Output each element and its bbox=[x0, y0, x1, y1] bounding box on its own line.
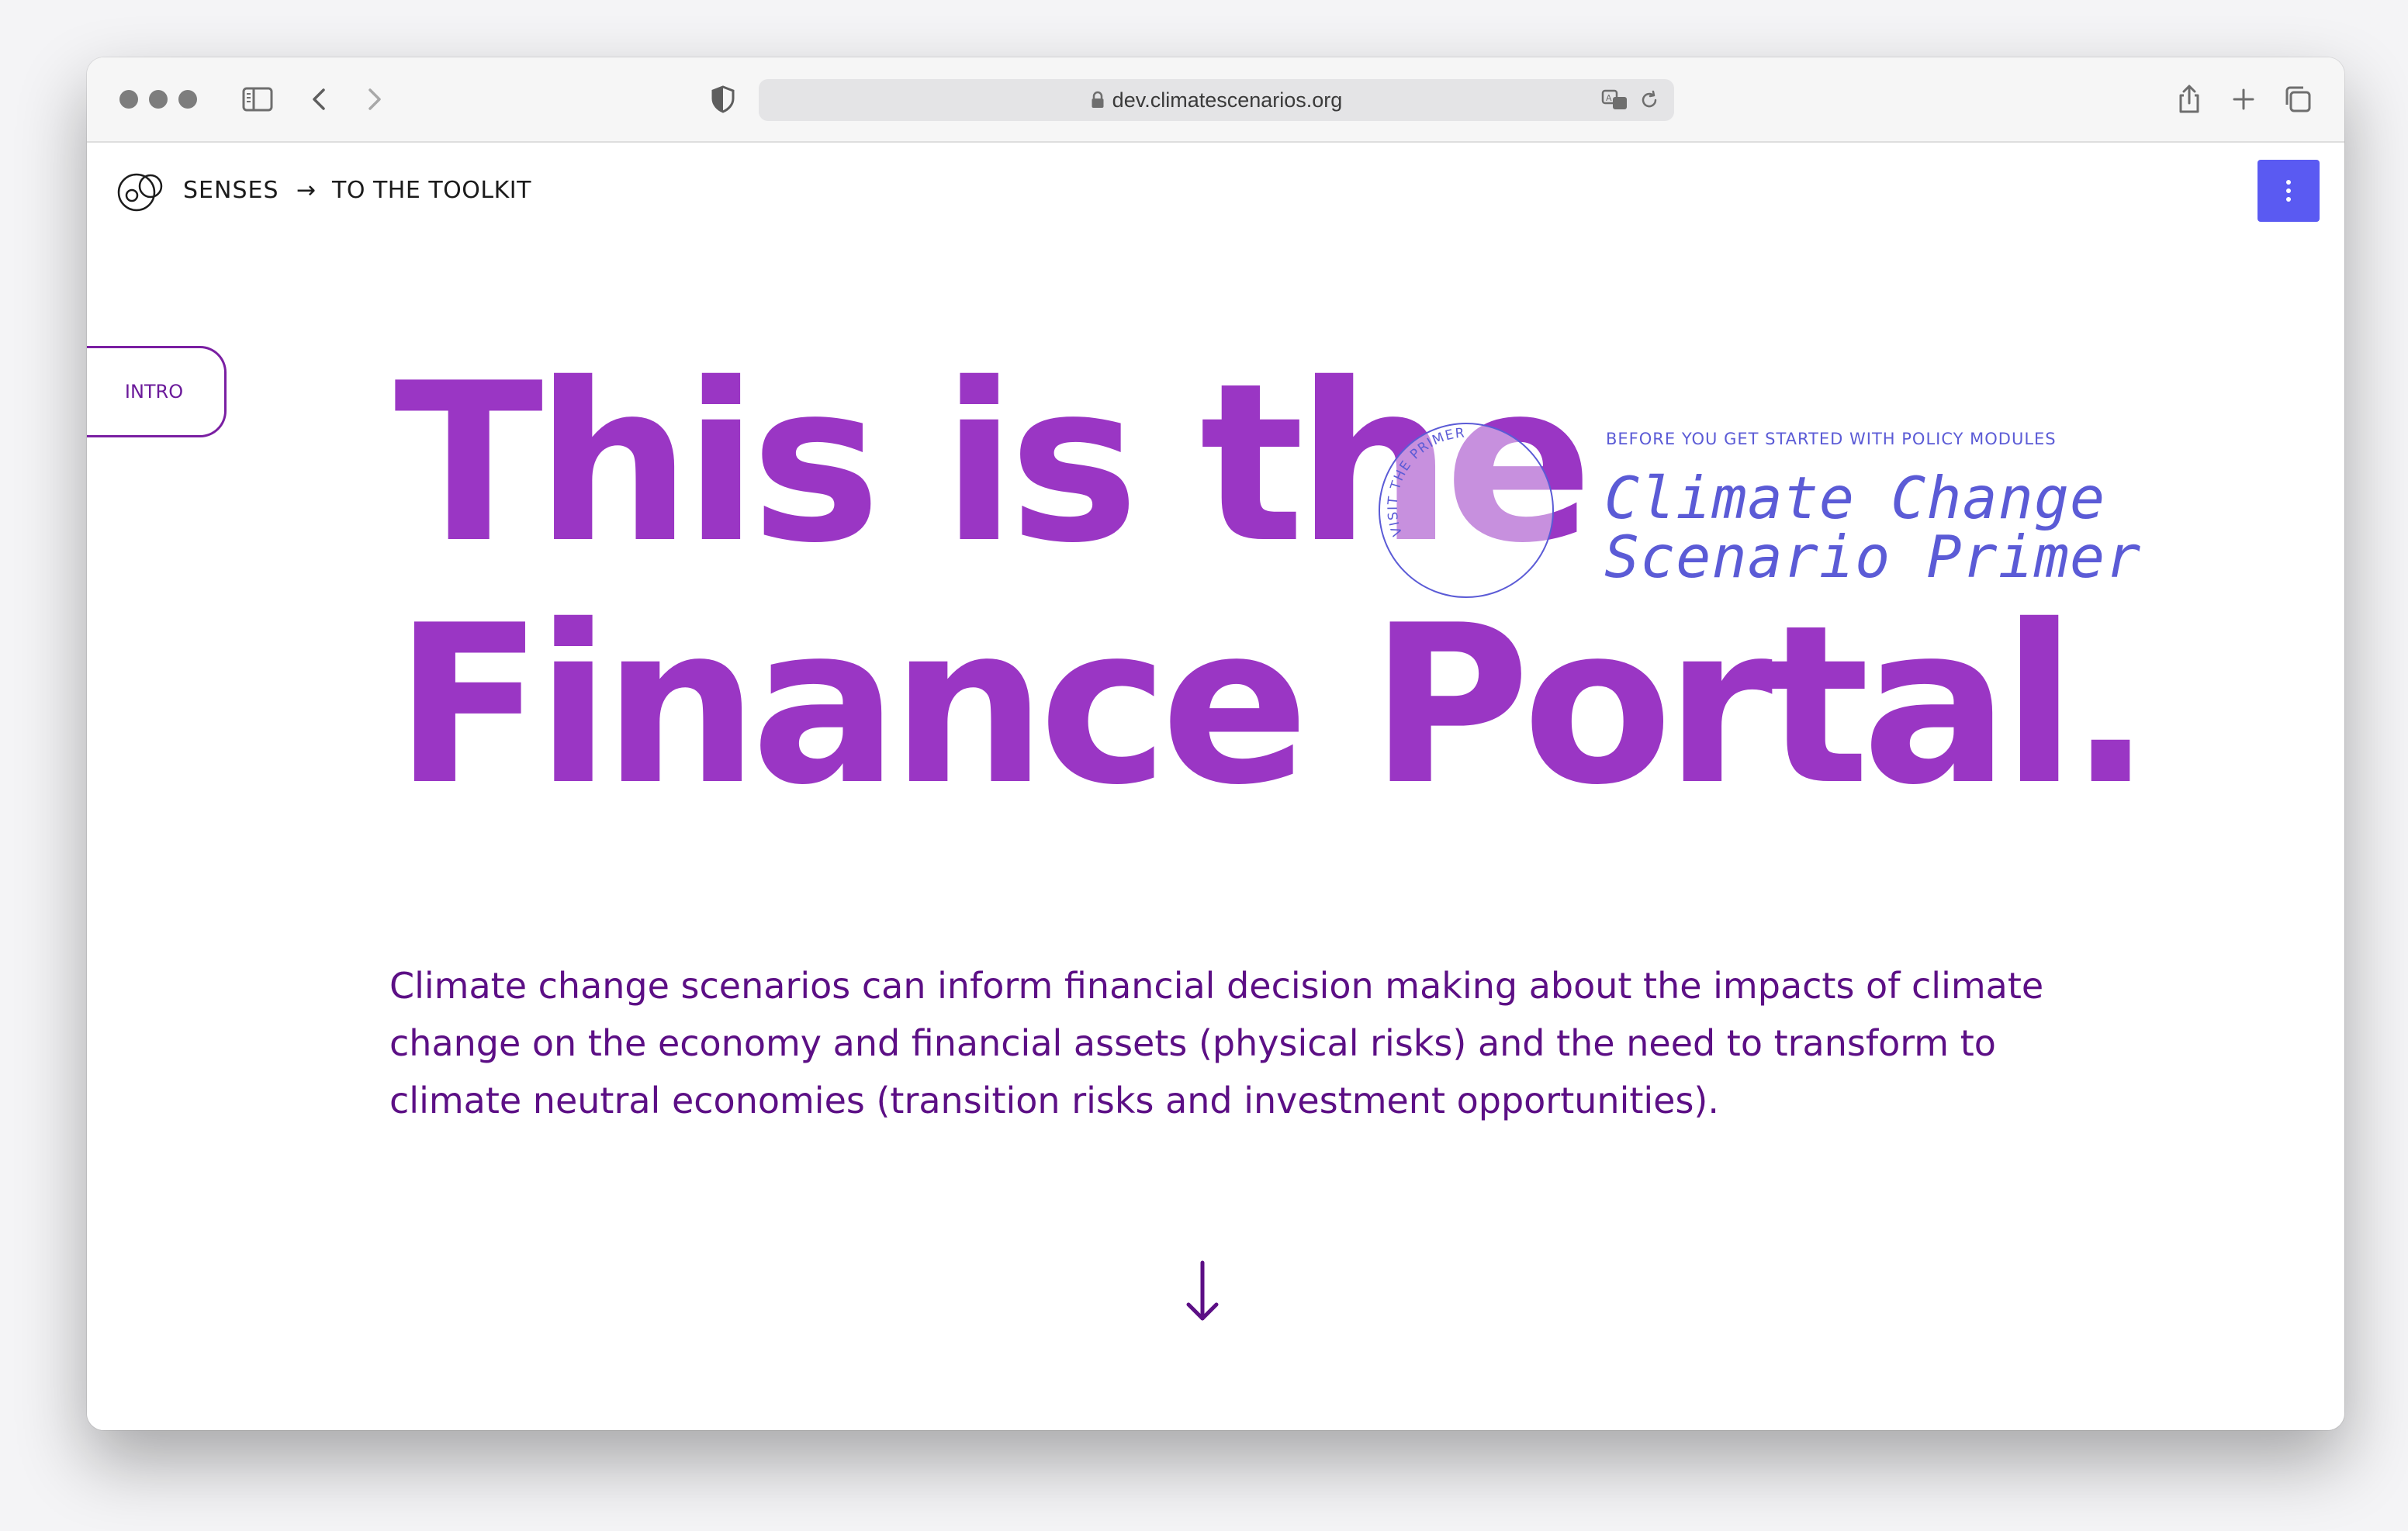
sidebar-icon[interactable] bbox=[239, 81, 276, 118]
senses-logo-icon[interactable] bbox=[109, 169, 171, 213]
close-window-button[interactable] bbox=[119, 90, 138, 109]
privacy-shield-icon[interactable] bbox=[704, 81, 742, 118]
forward-icon[interactable] bbox=[355, 81, 393, 118]
back-icon[interactable] bbox=[301, 81, 338, 118]
share-icon[interactable] bbox=[2171, 81, 2208, 118]
intro-section-tab[interactable]: INTRO bbox=[87, 346, 227, 437]
vertical-dots-icon-dot bbox=[2286, 197, 2291, 202]
intro-paragraph: Climate change scenarios can inform fina… bbox=[389, 965, 2044, 1121]
translate-icon[interactable]: A bbox=[1601, 88, 1629, 112]
url-text: dev.climatescenarios.org bbox=[1112, 88, 1343, 112]
web-page: SENSES → TO THE TOOLKIT INTRO This is th… bbox=[87, 143, 2344, 1430]
nav-arrow: → bbox=[296, 177, 317, 204]
reload-icon[interactable] bbox=[1638, 89, 1660, 111]
new-tab-icon[interactable] bbox=[2225, 81, 2262, 118]
minimize-window-button[interactable] bbox=[149, 90, 168, 109]
primer-title-link[interactable]: Climate Change Scenario Primer bbox=[1604, 468, 2141, 586]
arrow-down-icon[interactable] bbox=[1179, 1252, 1226, 1329]
tab-overview-icon[interactable] bbox=[2279, 81, 2316, 118]
menu-button[interactable] bbox=[2258, 160, 2320, 222]
vertical-dots-icon-dot bbox=[2286, 188, 2291, 193]
browser-window: dev.climatescenarios.org A SENSES → TO T… bbox=[87, 57, 2344, 1430]
visit-primer-badge[interactable]: VISIT THE PRIMER bbox=[1378, 422, 1555, 599]
zoom-window-button[interactable] bbox=[178, 90, 197, 109]
primer-title-line2: Scenario Primer bbox=[1604, 523, 2142, 591]
vertical-dots-icon bbox=[2286, 180, 2291, 185]
hero-headline-line2: Finance Portal. bbox=[394, 578, 2152, 833]
to-toolkit-link[interactable]: TO THE TOOLKIT bbox=[332, 175, 531, 206]
browser-toolbar: dev.climatescenarios.org A bbox=[87, 57, 2344, 143]
url-text-container: dev.climatescenarios.org bbox=[759, 79, 1674, 121]
primer-title-line1: Climate Change bbox=[1604, 464, 2106, 532]
address-bar[interactable]: dev.climatescenarios.org A bbox=[759, 79, 1674, 121]
primer-eyebrow: BEFORE YOU GET STARTED WITH POLICY MODUL… bbox=[1606, 430, 2057, 448]
lock-icon bbox=[1092, 91, 1104, 108]
svg-text:A: A bbox=[1606, 93, 1612, 103]
brand-name[interactable]: SENSES bbox=[183, 175, 279, 206]
